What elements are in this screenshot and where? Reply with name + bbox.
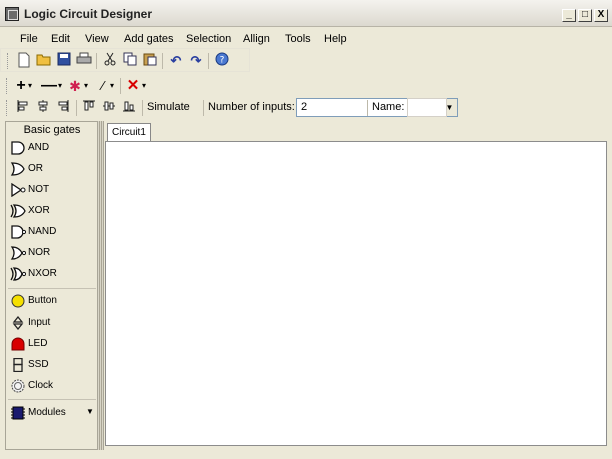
nor-gate-icon [10, 246, 26, 260]
document-area: Circuit1 [104, 121, 607, 450]
gate-nxor[interactable]: NXOR [8, 264, 96, 284]
gate-and[interactable]: AND [8, 138, 96, 158]
modules-label: Modules [28, 407, 66, 418]
ssd-component-icon [13, 358, 23, 372]
led-component-icon [11, 337, 25, 351]
component-led[interactable]: LED [8, 334, 96, 354]
menu-selection[interactable]: Selection [186, 33, 231, 45]
save-icon[interactable] [55, 52, 73, 70]
app-icon [5, 7, 19, 21]
align-top-icon[interactable] [80, 99, 98, 117]
main-toolbar: ↶ ↷ ? [0, 48, 250, 72]
component-button[interactable]: Button [8, 291, 96, 311]
gate-label: NOT [28, 184, 50, 195]
menu-edit[interactable]: Edit [51, 33, 70, 45]
gate-label: NOR [28, 247, 51, 258]
gate-nor[interactable]: NOR [8, 243, 96, 263]
window-title: Logic Circuit Designer [24, 7, 153, 21]
component-clock[interactable]: Clock [8, 376, 96, 396]
component-label: LED [28, 338, 48, 349]
button-component-icon [11, 294, 25, 308]
modules-icon [11, 406, 25, 420]
paste-icon[interactable] [141, 52, 159, 70]
xor-gate-icon [10, 204, 26, 218]
menu-file[interactable]: File [20, 33, 38, 45]
title-bar: Logic Circuit Designer _ □ X [0, 0, 612, 27]
menu-add-gates[interactable]: Add gates [124, 33, 174, 45]
junction-dropdown-icon[interactable]: ▾ [82, 77, 90, 95]
component-label: Input [28, 317, 51, 328]
component-ssd[interactable]: SSD [8, 355, 96, 375]
align-left-icon[interactable] [14, 99, 32, 117]
print-icon[interactable] [75, 52, 93, 70]
menu-help[interactable]: Help [324, 33, 347, 45]
align-right-icon[interactable] [54, 99, 72, 117]
line-dropdown-icon[interactable]: ▾ [108, 77, 116, 95]
menu-view[interactable]: View [85, 33, 109, 45]
or-gate-icon [10, 162, 25, 176]
copy-icon[interactable] [121, 52, 139, 70]
redo-icon[interactable]: ↷ [187, 52, 205, 70]
svg-text:?: ? [220, 56, 225, 66]
name-label: Name: [372, 101, 405, 113]
gate-label: OR [28, 163, 43, 174]
delete-dropdown-icon[interactable]: ▾ [140, 77, 148, 95]
menu-tools[interactable]: Tools [285, 33, 311, 45]
open-icon[interactable] [35, 52, 53, 70]
undo-icon[interactable]: ↶ [167, 52, 185, 70]
align-bottom-icon[interactable] [120, 99, 138, 117]
align-center-icon[interactable] [34, 99, 52, 117]
menu-bar: File Edit View Add gates Selection Allig… [0, 27, 612, 49]
component-label: SSD [28, 359, 49, 370]
sidebar-title: Basic gates [23, 124, 81, 136]
help-icon[interactable]: ? [213, 52, 231, 70]
new-icon[interactable] [15, 52, 33, 70]
chevron-down-icon[interactable]: ▼ [86, 407, 94, 416]
circuit-canvas[interactable] [105, 141, 607, 446]
gate-label: NXOR [28, 268, 57, 279]
align-toolbar: Simulate Number of inputs: 2 ▼ Name: [0, 96, 460, 120]
clock-component-icon [11, 379, 25, 393]
gate-or[interactable]: OR [8, 159, 96, 179]
gates-sidebar: Basic gates AND OR NOT XOR NAND NOR NXOR… [5, 121, 98, 450]
gate-label: XOR [28, 205, 50, 216]
nxor-gate-icon [10, 267, 26, 281]
close-button[interactable]: X [594, 9, 608, 22]
number-of-inputs-value: 2 [301, 101, 308, 113]
gate-label: NAND [28, 226, 57, 237]
gate-label: AND [28, 142, 50, 153]
maximize-button[interactable]: □ [578, 9, 592, 22]
toolbar-grip[interactable] [6, 100, 9, 116]
draw-toolbar: + ▾ — ▾ ✱ ▾ ⁄ ▾ ✕ ▾ [0, 74, 160, 98]
simulate-button[interactable]: Simulate [147, 101, 190, 113]
toolbar-grip[interactable] [6, 78, 9, 94]
remove-wire-dropdown-icon[interactable]: ▾ [56, 77, 64, 95]
component-input[interactable]: Input [8, 313, 96, 333]
minimize-button[interactable]: _ [562, 9, 576, 22]
cut-icon[interactable] [101, 52, 119, 70]
add-wire-dropdown-icon[interactable]: ▾ [26, 77, 34, 95]
input-component-icon [12, 316, 24, 330]
gate-not[interactable]: NOT [8, 180, 96, 200]
number-of-inputs-label: Number of inputs: [208, 101, 295, 113]
component-label: Button [28, 295, 57, 306]
gate-xor[interactable]: XOR [8, 201, 96, 221]
not-gate-icon [11, 183, 26, 197]
modules-dropdown[interactable]: Modules ▼ [8, 403, 96, 423]
and-gate-icon [11, 141, 25, 155]
tab-circuit1[interactable]: Circuit1 [107, 123, 151, 141]
name-input[interactable] [407, 98, 447, 117]
align-middle-icon[interactable] [100, 99, 118, 117]
menu-allign[interactable]: Allign [243, 33, 270, 45]
toolbar-grip[interactable] [7, 53, 10, 69]
nand-gate-icon [11, 225, 26, 239]
gate-nand[interactable]: NAND [8, 222, 96, 242]
component-label: Clock [28, 380, 54, 391]
